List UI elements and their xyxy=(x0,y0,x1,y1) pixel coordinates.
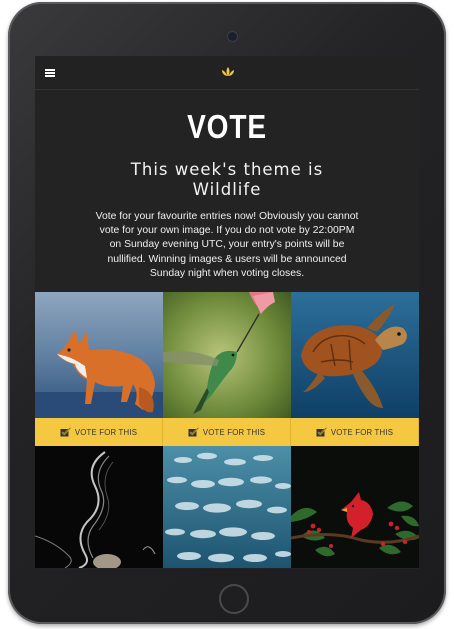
entry-image-abstract-smoke[interactable] xyxy=(35,446,163,568)
entry-image-sea-turtle[interactable] xyxy=(291,292,419,418)
app-screen: VOTE This week's theme is Wildlife Vote … xyxy=(35,56,419,569)
entry-image-fish-school[interactable] xyxy=(163,446,291,568)
checkbox-check-icon xyxy=(188,427,199,437)
theme-heading: This week's theme is Wildlife xyxy=(130,160,324,199)
home-button[interactable] xyxy=(219,584,249,614)
entry-card: VOTE FOR THIS xyxy=(163,292,291,568)
vote-button[interactable]: VOTE FOR THIS xyxy=(291,418,419,446)
entry-card: VOTE FOR THIS xyxy=(35,292,163,568)
entry-card: VOTE FOR THIS xyxy=(291,292,419,568)
entry-image-cardinal[interactable] xyxy=(291,446,419,568)
page-title: VOTE xyxy=(187,108,267,145)
vote-button[interactable]: VOTE FOR THIS xyxy=(163,418,291,446)
voting-instructions: Vote for your favourite entries now! Obv… xyxy=(95,211,359,279)
entry-image-fox[interactable] xyxy=(35,292,163,418)
top-bar xyxy=(35,56,419,90)
checkbox-check-icon xyxy=(60,427,71,437)
entry-image-hummingbird[interactable] xyxy=(163,292,291,418)
vote-button-label: VOTE FOR THIS xyxy=(202,427,266,437)
checkbox-check-icon xyxy=(316,427,327,437)
camera-icon xyxy=(228,32,237,41)
lotus-logo-icon[interactable] xyxy=(221,66,235,78)
vote-button-label: VOTE FOR THIS xyxy=(74,427,138,437)
hamburger-menu-icon[interactable] xyxy=(45,69,55,77)
vote-button[interactable]: VOTE FOR THIS xyxy=(35,418,163,446)
entries-grid: VOTE FOR THIS VOTE FOR THIS VOTE FOR THI… xyxy=(35,292,419,568)
vote-button-label: VOTE FOR THIS xyxy=(330,427,394,437)
